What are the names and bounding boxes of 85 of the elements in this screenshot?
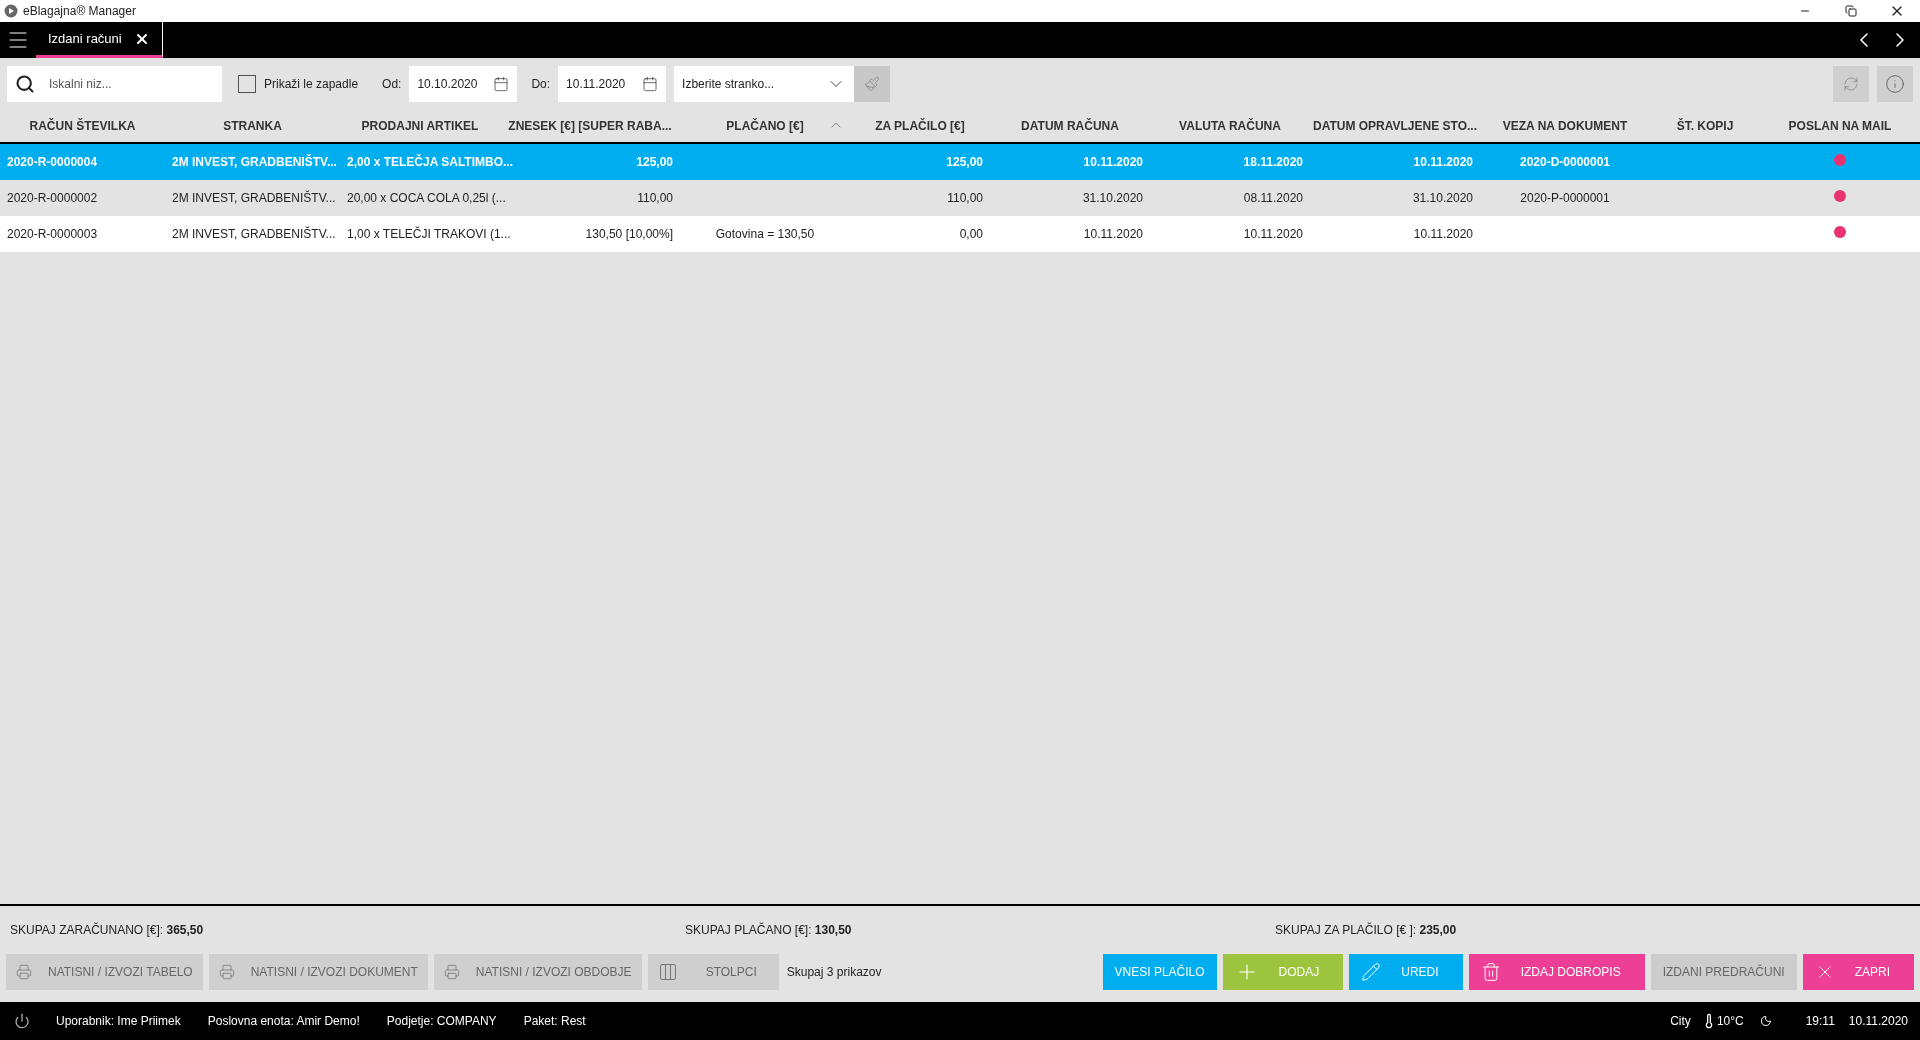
column-header[interactable]: PRODAJNI ARTIKEL	[340, 117, 500, 135]
time-text: 19:11	[1805, 1013, 1835, 1030]
table-cell: 10.11.2020	[1083, 155, 1143, 169]
columns-button[interactable]: STOLPCI	[647, 954, 779, 990]
table-cell: 2020-R-0000003	[7, 227, 98, 241]
total-text: SKUPAJ ZARAČUNANO [€]: 365,50	[10, 923, 204, 937]
count-text: Skupaj 3 prikazov	[786, 964, 882, 981]
table-cell: 10.11.2020	[1243, 227, 1303, 241]
moon-icon	[1759, 1015, 1772, 1027]
status-text: Paket: Rest	[523, 1013, 586, 1030]
checkbox-label: Prikaži le zapadle	[264, 76, 359, 93]
status-text: Podjetje: COMPANY	[386, 1013, 497, 1030]
power-icon[interactable]	[14, 1013, 30, 1029]
total-text: SKUPAJ PLAČANO [€]: 130,50	[685, 923, 852, 937]
table-cell: 130,50 [10,00%]	[585, 227, 673, 241]
column-header[interactable]: ZNESEK [€] [SUPER RABA...	[500, 117, 680, 135]
column-header[interactable]: STRANKA	[165, 117, 340, 135]
column-header[interactable]: PLAČANO [€]	[680, 117, 850, 135]
table-cell: 2M INVEST, GRADBENIŠTV...	[172, 155, 337, 169]
column-header[interactable]: DATUM RAČUNA	[990, 117, 1150, 135]
table-cell: 10.11.2020	[1083, 227, 1143, 241]
restore-icon	[1845, 5, 1857, 17]
print-button[interactable]: NATISNI / IZVOZI OBDOBJE	[433, 954, 642, 990]
from-date-field[interactable]: 10.10.2020	[409, 66, 518, 102]
temperature-text: 10°C	[1716, 1013, 1744, 1030]
search-icon	[15, 74, 35, 94]
trash-icon	[1480, 962, 1501, 982]
table-cell: 18.11.2020	[1243, 155, 1303, 169]
from-label: Od:	[382, 76, 402, 93]
table-cell: 125,00	[946, 155, 983, 169]
column-header[interactable]: VEZA NA DOKUMENT	[1480, 117, 1650, 135]
column-header[interactable]: VALUTA RAČUNA	[1150, 117, 1310, 135]
brush-icon	[864, 76, 881, 92]
table-cell: 2020-R-0000004	[7, 155, 98, 169]
table-cell: 31.10.2020	[1412, 191, 1473, 205]
table-cell: 110,00	[947, 191, 983, 205]
print-button[interactable]: NATISNI / IZVOZI TABELO	[6, 954, 203, 990]
column-header[interactable]: ZA PLAČILO [€]	[850, 117, 990, 135]
tab[interactable]: Izdani računi	[36, 22, 163, 58]
table-cell: 2020-P-0000001	[1520, 191, 1610, 205]
table-cell: 2020-R-0000002	[7, 191, 98, 205]
to-date-field[interactable]: 10.11.2020	[558, 66, 667, 102]
column-header[interactable]: DATUM OPRAVLJENE STO...	[1310, 117, 1480, 135]
status-text: Poslovna enota: Amir Demo!	[207, 1013, 360, 1030]
info-icon	[1885, 74, 1905, 94]
printer-icon	[218, 964, 235, 980]
column-header[interactable]: RAČUN ŠTEVILKA	[0, 117, 165, 135]
column-header[interactable]: POSLAN NA MAIL	[1760, 117, 1920, 135]
print-button[interactable]: NATISNI / IZVOZI DOKUMENT	[208, 954, 428, 990]
table-cell: 110,00	[637, 191, 673, 205]
table-cell: 0,00	[959, 227, 983, 241]
printer-icon	[16, 964, 32, 980]
search-field[interactable]: Iskalni niz...	[7, 66, 222, 102]
city-text: City	[1670, 1013, 1691, 1030]
table-row[interactable]: 2020-R-0000003 2M INVEST, GRADBENIŠTV... 1,00 x TELEČJI TRAKOVI (1... 130,50 [10,00%] Gotovina = 130,50 0,00 10.11.2020 10.11.2020 10.11.2020	[0, 216, 1920, 252]
table-icon	[657, 962, 678, 982]
table-cell: 31.10.2020	[1082, 191, 1143, 205]
to-label: Do:	[531, 76, 551, 93]
table-cell: 10.11.2020	[1413, 227, 1473, 241]
table-cell: 125,00	[636, 155, 673, 169]
total-text: SKUPAJ ZA PLAČILO [€ ]: 235,00	[1275, 923, 1457, 937]
date-text: 10.11.2020	[1848, 1013, 1908, 1030]
action-button[interactable]: ZAPRI	[1802, 954, 1914, 990]
table-cell: 2,00 x TELEČJA SALTIMBO...	[347, 155, 514, 169]
window-title: eBlagajna® Manager	[23, 3, 136, 20]
pencil-icon	[1361, 962, 1382, 982]
table-cell: Gotovina = 130,50	[715, 227, 815, 241]
refresh-icon	[1843, 76, 1859, 92]
column-header[interactable]: ŠT. KOPIJ	[1650, 117, 1760, 135]
app-logo-icon	[4, 4, 18, 18]
table-cell: 2020-D-0000001	[1519, 155, 1611, 169]
calendar-icon[interactable]	[642, 76, 659, 92]
table-cell: 2M INVEST, GRADBENIŠTV...	[172, 227, 336, 241]
table-cell: 08.11.2020	[1243, 191, 1303, 205]
table-cell: 1,00 x TELEČJI TRAKOVI (1...	[347, 227, 511, 241]
table-cell: 2M INVEST, GRADBENIŠTV...	[172, 191, 336, 205]
action-button[interactable]: IZDANI PREDRAČUNI	[1650, 954, 1797, 990]
printer-icon	[443, 964, 460, 980]
action-button[interactable]: IZDAJ DOBROPIS	[1468, 954, 1645, 990]
table-cell: 10.11.2020	[1413, 155, 1473, 169]
status-text: Uporabnik: Ime Priimek	[56, 1013, 181, 1030]
checkbox[interactable]	[238, 75, 256, 93]
calendar-icon[interactable]	[493, 76, 510, 92]
table-cell: 20,00 x COCA COLA 0,25l (...	[347, 191, 506, 205]
customer-dropdown[interactable]: Izberite stranko...	[674, 66, 855, 102]
